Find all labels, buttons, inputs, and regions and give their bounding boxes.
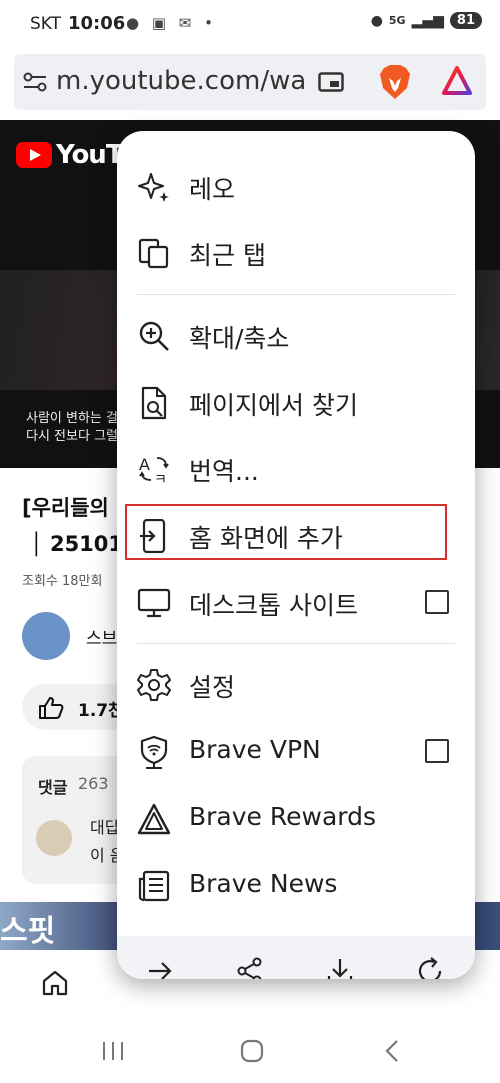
menu-divider [137,643,455,644]
menu-item-settings[interactable]: 설정 [117,651,475,717]
find-in-page-icon [141,386,167,420]
add-to-home-icon [140,519,166,553]
youtube-play-icon [16,142,52,168]
commenter-avatar [36,820,72,856]
menu-item-brave-rewards[interactable]: Brave Rewards [117,785,475,851]
location-icon: ● [370,12,383,29]
menu-item-label: Brave News [189,869,338,898]
forward-icon[interactable] [145,956,175,979]
clock: 10:06 [68,13,126,34]
menu-item-leo[interactable]: 레오 [117,153,475,219]
picture-in-picture-icon[interactable] [318,72,344,92]
menu-item-label: 설정 [189,673,236,702]
status-bar: SKT 10:06 ● ▣ ✉ • ● 5G ▂▄▆ 81 [0,0,500,50]
menu-item-label: 최근 탭 [189,241,266,270]
menu-item-translate[interactable]: A ㅋ 번역... [117,435,475,501]
brave-vpn-checkbox[interactable] [425,739,449,763]
comments-count: 263 [78,774,109,793]
sparkle-icon [138,173,169,202]
view-count: 조회수 18만회 [22,574,103,589]
banner-text: 스핏 [0,914,56,949]
desktop-site-checkbox[interactable] [425,590,449,614]
notification-icons: ● ▣ ✉ • [126,14,217,32]
svg-text:ㅋ: ㅋ [154,472,167,486]
carrier-label: SKT [30,14,62,34]
status-right: ● 5G ▂▄▆ 81 [371,12,482,29]
menu-item-label: 확대/축소 [189,324,290,353]
menu-item-brave-news[interactable]: Brave News [117,852,475,918]
like-button[interactable]: 1.7천 [22,684,132,730]
recent-tabs-icon [138,238,169,269]
gear-icon [137,669,171,701]
menu-item-label: 페이지에서 찾기 [189,391,358,420]
menu-item-desktop-site[interactable]: 데스크톱 사이트 [117,569,475,635]
comments-label: 댓글 [38,778,68,797]
menu-item-recent-tabs[interactable]: 최근 탭 [117,219,475,285]
rewards-icon [137,803,171,835]
address-bar[interactable]: m.youtube.com/wa [14,54,486,110]
menu-item-label: 홈 화면에 추가 [189,524,343,553]
translate-icon: A ㅋ [139,455,169,486]
video-title-line-2: │ 25101 [30,532,124,556]
signal-icon: ▂▄▆ [411,12,444,29]
download-icon[interactable] [325,956,355,979]
url-text[interactable]: m.youtube.com/wa [56,66,314,96]
vpn-icon [140,735,168,769]
refresh-icon[interactable] [415,956,445,979]
zoom-icon [139,321,169,351]
menu-toolbar [117,936,475,979]
menu-divider [137,294,455,295]
brave-shields-icon[interactable] [378,64,412,100]
recent-apps-icon[interactable] [100,1040,126,1062]
system-navigation-bar [0,1018,500,1083]
battery-badge: 81 [449,12,482,29]
video-title-line-1: [우리들의 [22,496,109,520]
menu-item-brave-vpn[interactable]: Brave VPN [117,718,475,784]
browser-menu: 레오 최근 탭 확대/축소 페이지에서 찾기 A ㅋ 번역... 홈 화면에 추… [117,131,475,979]
menu-item-label: 데스크톱 사이트 [189,591,358,620]
menu-item-find-in-page[interactable]: 페이지에서 찾기 [117,369,475,435]
back-icon[interactable] [382,1039,402,1063]
brave-rewards-icon[interactable] [442,66,472,96]
channel-name[interactable]: 스브 [86,624,117,649]
home-button-icon[interactable] [240,1039,264,1063]
share-icon[interactable] [235,956,265,979]
menu-item-add-to-home[interactable]: 홈 화면에 추가 [117,502,475,568]
news-icon [138,870,170,902]
svg-text:A: A [139,455,150,474]
desktop-icon [137,588,171,618]
network-label: 5G [388,14,406,27]
comment-line-1: 대답 [90,818,120,837]
menu-item-zoom[interactable]: 확대/축소 [117,302,475,368]
menu-item-label: Brave Rewards [189,802,376,831]
home-icon[interactable] [40,968,70,998]
menu-item-label: 번역... [189,457,259,486]
menu-item-label: Brave VPN [189,735,321,764]
channel-avatar[interactable] [22,612,70,660]
menu-item-label: 레오 [189,175,236,204]
site-settings-icon[interactable] [22,70,48,94]
thumbs-up-icon [39,697,64,719]
